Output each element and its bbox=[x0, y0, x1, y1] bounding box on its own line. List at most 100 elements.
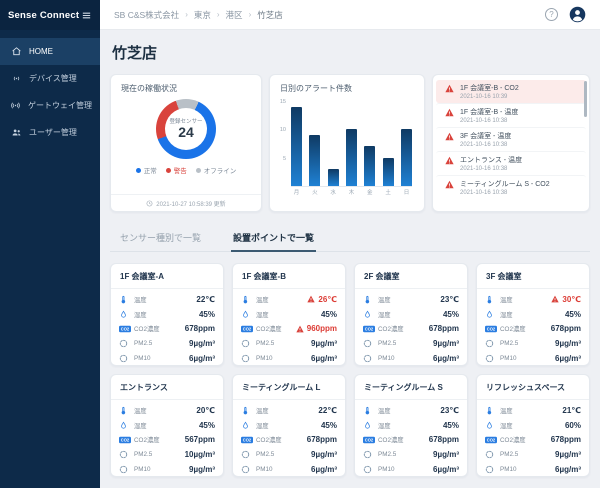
alert-item[interactable]: 1F 会議室-B - CO2 2021-10-16 10:39 bbox=[436, 80, 586, 103]
breadcrumb-item[interactable]: 東京 bbox=[194, 9, 211, 21]
metric-label: PM2.5 bbox=[256, 340, 274, 347]
metric-label: PM10 bbox=[378, 466, 394, 473]
x-tick-label: 月 bbox=[291, 188, 302, 196]
pm25-icon bbox=[363, 339, 376, 348]
sensor-card[interactable]: 3F 会議室 温度 30℃ 湿度 45% CO2 CO2濃度 678ppm PM… bbox=[476, 263, 590, 366]
metric-value: 678ppm bbox=[185, 324, 215, 333]
alert-title: エントランス - 温度 bbox=[460, 155, 522, 165]
breadcrumb-separator: › bbox=[185, 10, 188, 19]
sidebar-item-label: ユーザー管理 bbox=[29, 127, 77, 138]
legend-item: 警告 bbox=[166, 165, 187, 175]
metric-row: CO2 CO2濃度 678ppm bbox=[363, 433, 459, 448]
sensor-card-body: 温度 21℃ 湿度 60% CO2 CO2濃度 678ppm PM2.5 9µg… bbox=[477, 400, 589, 481]
alert-item[interactable]: ミーティングルーム S - CO2 2021-10-16 10:38 bbox=[436, 175, 586, 199]
warning-icon bbox=[445, 108, 454, 117]
metric-label: PM2.5 bbox=[378, 340, 396, 347]
menu-toggle-icon[interactable] bbox=[81, 10, 92, 21]
sensor-card-body: 温度 23℃ 湿度 45% CO2 CO2濃度 678ppm PM2.5 9µg… bbox=[355, 400, 467, 481]
main-area: SB C&S株式会社›東京›港区›竹芝店 ? 竹芝店 現在の稼働状況 登録センサ… bbox=[100, 0, 600, 488]
metric-value: 6µg/m³ bbox=[433, 465, 459, 474]
metric-label: 温度 bbox=[134, 406, 147, 415]
metric-value: 30℃ bbox=[551, 295, 581, 304]
temperature-icon bbox=[241, 294, 254, 305]
metric-label: 温度 bbox=[500, 406, 513, 415]
metric-value: 45% bbox=[199, 421, 215, 430]
sidebar-nav: HOME デバイス管理 ゲートウェイ管理 ユーザー管理 bbox=[0, 30, 100, 146]
sidebar-item-2[interactable]: ゲートウェイ管理 bbox=[0, 92, 100, 119]
metric-value: 6µg/m³ bbox=[555, 354, 581, 363]
metric-label: PM10 bbox=[134, 466, 150, 473]
metric-value: 9µg/m³ bbox=[555, 339, 581, 348]
breadcrumb-item[interactable]: 港区 bbox=[226, 9, 243, 21]
tabs: センサー種別で一覧 設置ポイントで一覧 bbox=[110, 225, 590, 252]
sensor-card[interactable]: リフレッシュスペース 温度 21℃ 湿度 60% CO2 CO2濃度 678pp… bbox=[476, 374, 590, 477]
metric-value: 9µg/m³ bbox=[189, 339, 215, 348]
sidebar-item-1[interactable]: デバイス管理 bbox=[0, 65, 100, 92]
home-icon bbox=[10, 46, 22, 58]
metric-value: 26℃ bbox=[307, 295, 337, 304]
sensor-card-title: リフレッシュスペース bbox=[477, 375, 589, 400]
sensor-card[interactable]: ミーティングルーム S 温度 23℃ 湿度 45% CO2 CO2濃度 678p… bbox=[354, 374, 468, 477]
alert-item[interactable]: 3F 会議室 - 温度 2021-10-16 10:38 bbox=[436, 127, 586, 151]
sensor-card-title: ミーティングルーム S bbox=[355, 375, 467, 400]
sensor-card[interactable]: 1F 会議室-B 温度 26℃ 湿度 45% CO2 CO2濃度 960ppm … bbox=[232, 263, 346, 366]
sensor-card[interactable]: 2F 会議室 温度 23℃ 湿度 45% CO2 CO2濃度 678ppm PM… bbox=[354, 263, 468, 366]
metric-row: 温度 21℃ bbox=[485, 403, 581, 418]
sensor-card-title: 3F 会議室 bbox=[477, 264, 589, 289]
pm10-icon bbox=[241, 354, 254, 363]
metric-row: CO2 CO2濃度 678ppm bbox=[485, 433, 581, 448]
sensor-card[interactable]: 1F 会議室-A 温度 22℃ 湿度 45% CO2 CO2濃度 678ppm … bbox=[110, 263, 224, 366]
co2-icon: CO2 bbox=[241, 436, 254, 444]
metric-value: 678ppm bbox=[551, 435, 581, 444]
metric-label: PM2.5 bbox=[378, 451, 396, 458]
pm10-icon bbox=[119, 354, 132, 363]
metric-label: PM2.5 bbox=[134, 451, 152, 458]
humidity-icon bbox=[119, 309, 132, 320]
metric-value: 23℃ bbox=[440, 406, 459, 415]
svg-text:CO2: CO2 bbox=[487, 438, 496, 443]
metric-label: PM10 bbox=[378, 355, 394, 362]
breadcrumb-item[interactable]: SB C&S株式会社 bbox=[114, 9, 179, 21]
metric-label: CO2濃度 bbox=[378, 324, 404, 333]
help-icon[interactable]: ? bbox=[545, 8, 558, 21]
metric-value: 20℃ bbox=[196, 406, 215, 415]
pm10-icon bbox=[485, 465, 498, 474]
legend-label: 警告 bbox=[174, 165, 187, 175]
metric-value: 10µg/m³ bbox=[185, 450, 215, 459]
alert-title: 1F 会議室-B - CO2 bbox=[460, 83, 519, 93]
alert-time: 2021-10-16 10:38 bbox=[460, 166, 522, 172]
breadcrumb-item[interactable]: 竹芝店 bbox=[257, 9, 283, 21]
metric-row: PM2.5 9µg/m³ bbox=[241, 336, 337, 351]
tab-by-sensor-type[interactable]: センサー種別で一覧 bbox=[118, 225, 203, 251]
sensor-card-body: 温度 20℃ 湿度 45% CO2 CO2濃度 567ppm PM2.5 10µ… bbox=[111, 400, 223, 481]
tab-by-install-point[interactable]: 設置ポイントで一覧 bbox=[231, 225, 316, 252]
metric-row: PM2.5 9µg/m³ bbox=[485, 336, 581, 351]
pm25-icon bbox=[119, 339, 132, 348]
metric-value: 6µg/m³ bbox=[311, 465, 337, 474]
metric-label: PM2.5 bbox=[500, 340, 518, 347]
metric-value: 6µg/m³ bbox=[433, 354, 459, 363]
legend-dot bbox=[166, 168, 171, 173]
sensor-card[interactable]: エントランス 温度 20℃ 湿度 45% CO2 CO2濃度 567ppm PM… bbox=[110, 374, 224, 477]
co2-icon: CO2 bbox=[363, 325, 376, 333]
metric-label: PM2.5 bbox=[500, 451, 518, 458]
alert-item[interactable]: 1F 会議室-B - 温度 2021-10-16 10:38 bbox=[436, 103, 586, 127]
scrollbar[interactable] bbox=[584, 81, 587, 117]
clock-icon bbox=[146, 200, 153, 207]
sidebar-item-3[interactable]: ユーザー管理 bbox=[0, 119, 100, 146]
metric-row: 温度 30℃ bbox=[485, 292, 581, 307]
sidebar-item-0[interactable]: HOME bbox=[0, 38, 100, 65]
bar bbox=[383, 158, 394, 186]
metric-label: 湿度 bbox=[134, 310, 147, 319]
metric-value: 9µg/m³ bbox=[311, 339, 337, 348]
pm25-icon bbox=[241, 450, 254, 459]
app-window: Sense Connect HOME デバイス管理 ゲートウェイ管理 ユーザー管… bbox=[0, 0, 600, 488]
alert-item[interactable]: エントランス - 温度 2021-10-16 10:38 bbox=[436, 151, 586, 175]
avatar[interactable] bbox=[569, 6, 586, 23]
co2-icon: CO2 bbox=[363, 436, 376, 444]
metric-label: CO2濃度 bbox=[378, 435, 404, 444]
x-tick-label: 木 bbox=[346, 188, 357, 196]
sensor-card[interactable]: ミーティングルーム L 温度 22℃ 湿度 45% CO2 CO2濃度 678p… bbox=[232, 374, 346, 477]
metric-row: PM2.5 9µg/m³ bbox=[119, 336, 215, 351]
donut-center-value: 24 bbox=[178, 125, 194, 140]
